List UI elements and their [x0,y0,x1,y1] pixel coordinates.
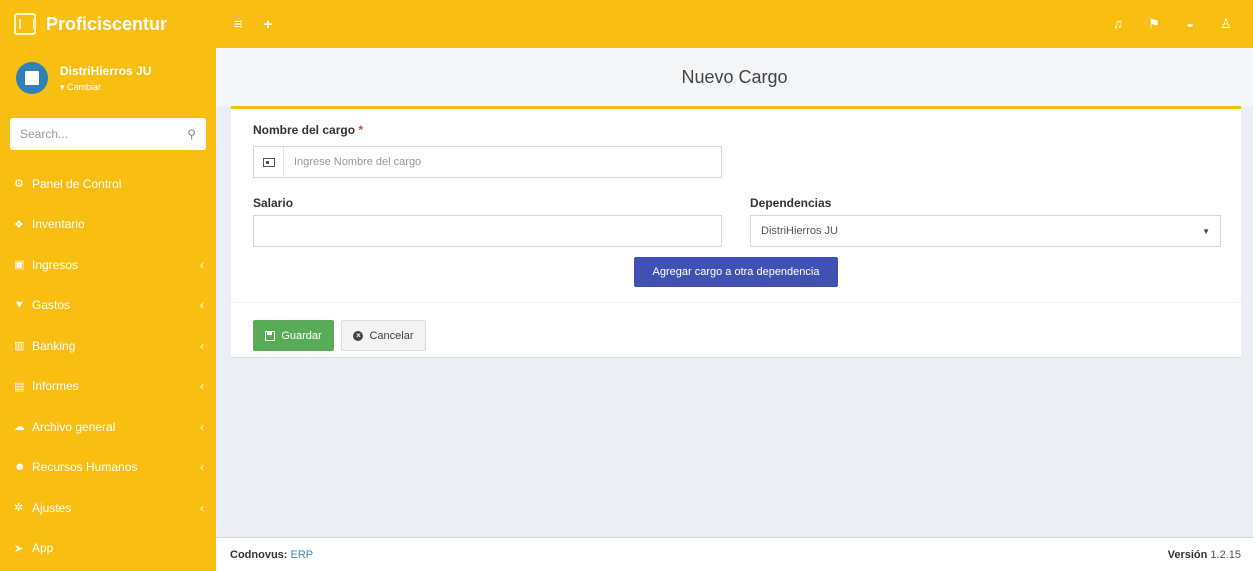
nombre-input-group [253,146,722,178]
chevron-left-icon: ‹ [200,379,204,394]
company-switch-link[interactable]: ▾ Cambiar [60,82,151,93]
chevron-left-icon: ‹ [200,500,204,515]
id-card-icon [254,147,284,177]
salario-label: Salario [253,196,294,210]
menu-icon[interactable]: ≡ [230,16,246,33]
cloud-icon: ☁ [14,421,25,434]
footer-brand: Codnovus: [230,548,288,561]
sidebar-item-inventario[interactable]: ❖ Inventario [0,205,216,245]
brand-name: Proficiscentur [46,13,168,34]
sidebar-item-label: Inventario [32,217,85,232]
times-circle-icon: × [353,330,364,341]
chevron-left-icon: ‹ [200,298,204,313]
bar-chart-icon: ▤ [14,380,25,393]
sidebar-item-label: App [32,541,54,556]
cancel-button-label: Cancelar [369,329,414,342]
form-card: Nombre del cargo * Salario Dependencias … [231,106,1241,357]
sidebar-item-recursos-humanos[interactable]: ☻ Recursos Humanos ‹ [0,448,216,488]
sidebar-menu: ⚙ Panel de Control ❖ Inventario ▣ Ingresos ‹ ▼ G… [0,164,216,569]
plane-icon: ➤ [14,542,24,555]
cogs-icon: ✲ [14,502,24,515]
add-cargo-dependencia-button[interactable]: Agregar cargo a otra dependencia [634,257,838,287]
cancel-button[interactable]: × Cancelar [341,320,426,351]
brand[interactable]: Proficiscentur [0,0,216,48]
sidebar-item-label: Banking [32,338,76,353]
salario-input-group [253,215,722,247]
version-number: 1.2.15 [1210,548,1241,561]
dependencias-value: DistriHierros JU [761,225,838,237]
dashboard-icon: ⚙ [14,178,24,191]
sidebar-item-label: Archivo general [32,419,116,434]
company-panel: DistriHierros JU ▾ Cambiar [0,48,216,108]
required-mark: * [358,123,364,137]
cubes-icon: ❖ [14,218,24,231]
chevron-left-icon: ‹ [200,257,204,272]
nombre-input[interactable] [284,147,721,177]
sidebar-item-archivo-general[interactable]: ☁ Archivo general ‹ [0,407,216,448]
flag-icon[interactable]: ⚑ [1147,16,1161,32]
footer: Codnovus: ERP Versión 1.2.15 [216,537,1253,571]
sidebar: DistriHierros JU ▾ Cambiar ⚲ ⚙ Panel de C… [0,48,216,571]
search-icon[interactable]: ⚲ [187,127,196,141]
sidebar-item-label: Recursos Humanos [32,460,138,475]
salario-input[interactable] [254,216,721,246]
sidebar-item-ingresos[interactable]: ▣ Ingresos ‹ [0,245,216,286]
chevron-down-icon: ▼ [1202,226,1210,236]
sidebar-item-label: Ajustes [32,500,72,515]
search-input[interactable] [20,127,188,141]
dependencias-label: Dependencias [750,196,832,210]
cart-icon: ▼ [14,299,25,312]
sidebar-item-app[interactable]: ➤ App [0,529,216,569]
company-name: DistriHierros JU [60,63,152,78]
save-button-label: Guardar [281,329,322,342]
search-box: ⚲ [10,118,206,150]
sidebar-item-panel-de-control[interactable]: ⚙ Panel de Control [0,164,216,205]
sidebar-item-informes[interactable]: ▤ Informes ‹ [0,367,216,407]
floppy-icon [265,330,276,341]
nombre-label: Nombre del cargo * [253,123,363,137]
building-icon [16,62,48,94]
save-button[interactable]: Guardar [253,320,334,351]
sidebar-item-gastos[interactable]: ▼ Gastos ‹ [0,286,216,326]
divider [231,302,1241,303]
sidebar-item-label: Gastos [32,298,71,313]
plus-icon[interactable]: + [260,16,276,33]
sidebar-item-label: Ingresos [32,257,79,272]
footer-erp-link[interactable]: ERP [291,549,314,561]
bell-icon[interactable]: ♫ [1111,16,1125,32]
user-icon[interactable]: ♙ [1219,16,1233,32]
sidebar-item-ajustes[interactable]: ✲ Ajustes ‹ [0,488,216,529]
chevron-left-icon: ‹ [200,460,204,475]
chevron-left-icon: ‹ [200,338,204,353]
sidebar-item-label: Panel de Control [32,176,122,191]
chat-icon[interactable]: ◒ [1183,16,1197,32]
sidebar-item-label: Informes [32,379,79,394]
money-icon: ▣ [14,259,25,272]
bank-icon: ▥ [14,340,25,353]
dependencias-select[interactable]: DistriHierros JU ▼ [750,215,1221,247]
chevron-left-icon: ‹ [200,419,204,434]
top-navbar: Proficiscentur ≡ + ♫ ⚑ ◒ ♙ [0,0,1253,48]
logo-icon [14,13,36,35]
sidebar-item-banking[interactable]: ▥ Banking ‹ [0,326,216,367]
nombre-label-text: Nombre del cargo [253,123,356,137]
page-title: Nuevo Cargo [216,48,1253,106]
users-icon: ☻ [14,461,26,474]
main-content: Nuevo Cargo Nombre del cargo * Salario D… [216,48,1253,537]
version-label: Versión [1167,548,1208,561]
